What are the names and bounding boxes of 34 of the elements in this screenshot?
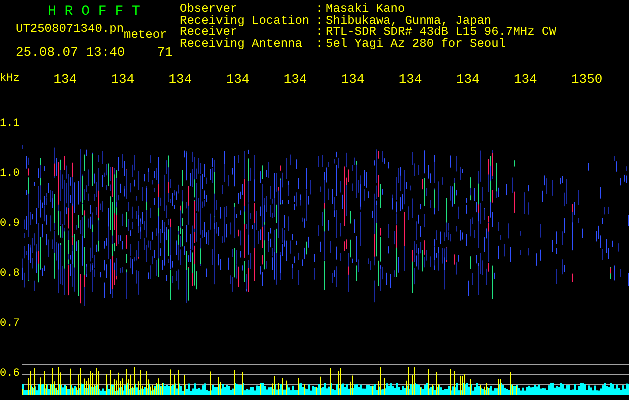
file-name: UT2508071340.pn xyxy=(16,22,124,36)
info-separator: : xyxy=(316,38,324,50)
frequency-label: 0.9 xyxy=(0,219,20,231)
frequency-label: 0.7 xyxy=(0,319,20,331)
info-separator: : xyxy=(316,27,324,38)
app-title: H R O F F T xyxy=(47,4,142,20)
frequency-tick: 134 xyxy=(168,74,194,86)
frequency-label: 0.8 xyxy=(0,269,20,281)
frequency-label: 0.6 xyxy=(0,369,20,381)
info-value: Masaki Kano xyxy=(326,4,406,16)
count-value: 71 xyxy=(157,46,173,60)
info-label: Observer xyxy=(180,4,238,16)
frequency-tick: 134 xyxy=(398,74,424,86)
info-separator: : xyxy=(316,16,324,27)
frequency-tick: 1350 xyxy=(571,74,604,86)
info-value: 5el Yagi Az 280 for Seoul xyxy=(326,38,506,50)
timestamp: 25.08.07 13:40 xyxy=(16,46,126,60)
frequency-tick: 134 xyxy=(514,74,538,86)
axis-unit: kHz xyxy=(0,74,21,86)
info-label: Receiving Location xyxy=(180,16,311,27)
frequency-tick: 134 xyxy=(341,74,366,86)
frequency-label: 1.1 xyxy=(0,119,20,131)
info-value: Shibukawa, Gunma, Japan xyxy=(326,16,492,27)
frequency-tick: 134 xyxy=(111,74,136,86)
info-label: Receiver xyxy=(180,27,238,38)
info-value: RTL-SDR SDR# 43dB L15 96.7MHz CW xyxy=(326,27,556,38)
frequency-tick: 134 xyxy=(284,74,308,86)
info-separator: : xyxy=(316,4,324,16)
mode-label: meteor xyxy=(124,28,168,42)
frequency-tick: 134 xyxy=(456,74,481,86)
info-label: Receiving Antenna xyxy=(180,38,304,50)
frequency-label: 1.0 xyxy=(0,169,20,181)
frequency-tick: 134 xyxy=(54,74,78,86)
frequency-tick: 134 xyxy=(226,74,251,86)
